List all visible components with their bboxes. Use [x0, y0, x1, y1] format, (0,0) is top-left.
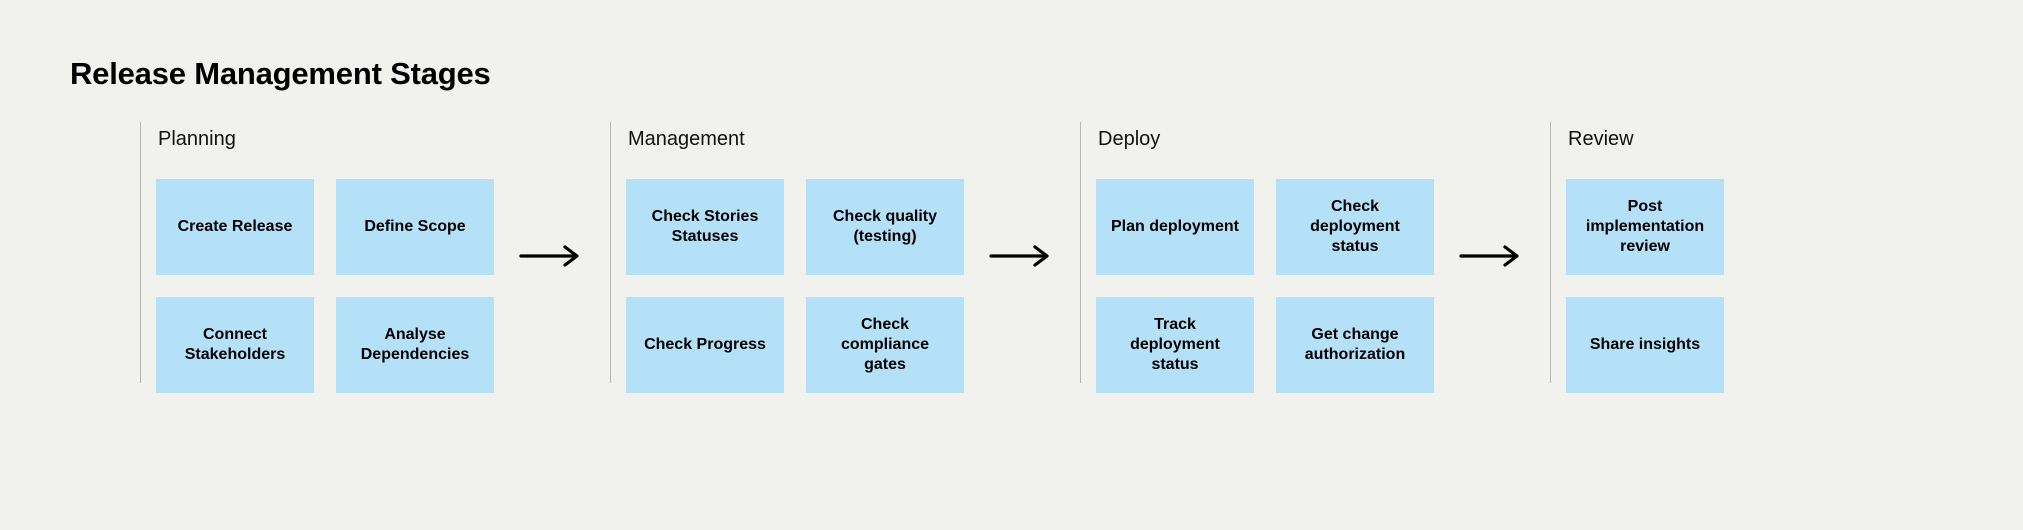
stage-card: Analyse Dependencies: [336, 297, 494, 393]
card-grid: Create ReleaseDefine ScopeConnect Stakeh…: [156, 179, 494, 393]
stage-card: Plan deployment: [1096, 179, 1254, 275]
stage-card: Define Scope: [336, 179, 494, 275]
diagram-title: Release Management Stages: [70, 56, 1953, 92]
arrow-right-icon: [494, 244, 610, 268]
stage-card: Create Release: [156, 179, 314, 275]
stages-row: Planning Create ReleaseDefine ScopeConnec…: [70, 128, 1953, 393]
stage: Planning Create ReleaseDefine ScopeConnec…: [140, 128, 494, 393]
card-grid: Post implementation review Share insights: [1566, 179, 1724, 393]
diagram-root: Release Management Stages Planning Create…: [0, 0, 2023, 433]
stage-card: Post implementation review: [1566, 179, 1724, 275]
stage-card: Check Stories Statuses: [626, 179, 784, 275]
stage-divider: [610, 122, 611, 383]
stage-card: Check Progress: [626, 297, 784, 393]
stage-label: Deploy: [1098, 128, 1434, 151]
stage-divider: [140, 122, 141, 383]
arrow-right-icon: [1434, 244, 1550, 268]
card-grid: Check Stories StatusesCheck quality (tes…: [626, 179, 964, 393]
card-grid: Plan deploymentCheck deployment statusTr…: [1096, 179, 1434, 393]
stage-card: Track deployment status: [1096, 297, 1254, 393]
stage-card: Connect Stakeholders: [156, 297, 314, 393]
stage-card: Check deployment status: [1276, 179, 1434, 275]
stage: Deploy Plan deploymentCheck deployment st…: [1080, 128, 1434, 393]
stage-card: Get change authorization: [1276, 297, 1434, 393]
stage: Review Post implementation review Share in…: [1550, 128, 1724, 393]
stage-label: Review: [1568, 128, 1724, 151]
stage-card: Check compliance gates: [806, 297, 964, 393]
stage-divider: [1080, 122, 1081, 383]
stage-divider: [1550, 122, 1551, 383]
stage-card: Share insights: [1566, 297, 1724, 393]
stage: Management Check Stories StatusesCheck qu…: [610, 128, 964, 393]
arrow-right-icon: [964, 244, 1080, 268]
stage-card: Check quality (testing): [806, 179, 964, 275]
stage-label: Planning: [158, 128, 494, 151]
stage-label: Management: [628, 128, 964, 151]
